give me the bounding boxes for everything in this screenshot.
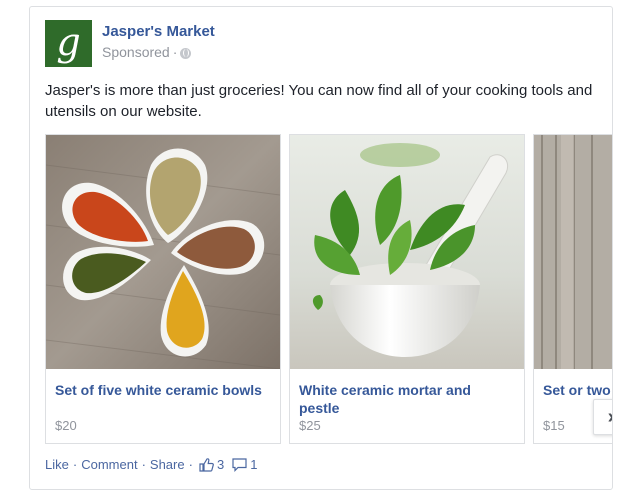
product-carousel: Set of five white ceramic bowls $20 Whit… <box>45 134 612 444</box>
comment-bubble-icon[interactable] <box>232 457 247 472</box>
sponsored-post-card: g Jasper's Market Sponsored · Jasper's i… <box>29 6 613 490</box>
share-link[interactable]: Share <box>150 457 185 472</box>
chevron-right-icon: › <box>608 407 612 427</box>
comment-count[interactable]: 1 <box>250 457 257 472</box>
product-price: $25 <box>299 418 321 433</box>
product-title[interactable]: White ceramic mortar and pestle <box>299 381 515 417</box>
post-header: g Jasper's Market Sponsored · <box>45 20 565 68</box>
like-count[interactable]: 3 <box>217 457 224 472</box>
page-logo[interactable]: g <box>45 20 92 67</box>
carousel-item[interactable]: White ceramic mortar and pestle $25 <box>289 134 525 444</box>
carousel-item[interactable]: Set of five white ceramic bowls $20 <box>45 134 281 444</box>
page-name-link[interactable]: Jasper's Market <box>102 23 215 40</box>
product-image-utensils[interactable] <box>534 135 612 369</box>
product-image-spice-bowls[interactable] <box>46 135 280 369</box>
meta-separator: · <box>172 44 178 60</box>
post-meta: Sponsored · <box>102 44 192 60</box>
sponsored-label[interactable]: Sponsored <box>102 44 170 60</box>
thumbs-up-icon[interactable] <box>199 457 214 472</box>
action-separator: · <box>188 457 193 472</box>
like-link[interactable]: Like <box>45 457 69 472</box>
carousel-next-button[interactable]: › <box>593 399 612 435</box>
product-title[interactable]: Set or two utensils <box>543 381 612 399</box>
product-image-mortar-pestle[interactable] <box>290 135 524 369</box>
logo-letter: g <box>56 19 81 64</box>
globe-icon <box>180 47 192 59</box>
action-separator: · <box>141 457 146 472</box>
carousel-item[interactable]: Set or two utensils $15 <box>533 134 612 444</box>
action-separator: · <box>72 457 78 472</box>
product-price: $20 <box>55 418 77 433</box>
post-text: Jasper's is more than just groceries! Yo… <box>45 82 593 120</box>
post-actions: Like · Comment · Share · 3 1 <box>45 457 263 472</box>
comment-link[interactable]: Comment <box>81 457 137 472</box>
product-title[interactable]: Set of five white ceramic bowls <box>55 381 271 399</box>
product-price: $15 <box>543 418 565 433</box>
